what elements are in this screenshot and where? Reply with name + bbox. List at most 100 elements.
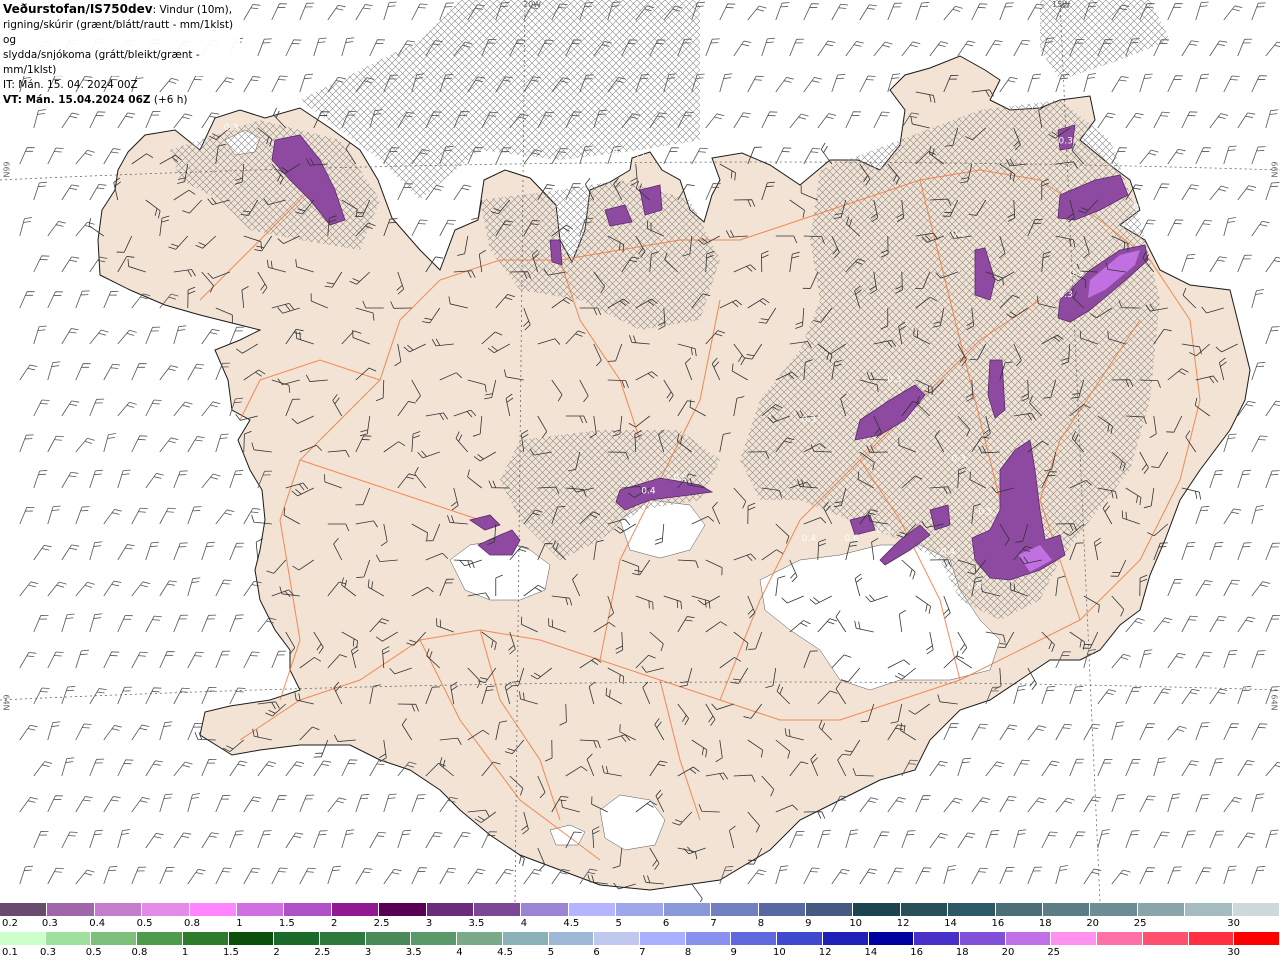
- lat-label-66n-west: 66N: [1, 161, 11, 178]
- legend-swatch: [548, 932, 595, 945]
- legend-swatch: [502, 932, 549, 945]
- legend-tick-label: 10: [773, 947, 786, 958]
- legend-swatch: [853, 903, 901, 916]
- map-title-box: Veðurstofan/IS750dev: Vindur (10m), rign…: [0, 0, 240, 106]
- legend-tick-label: 25: [1047, 947, 1061, 958]
- legend-tick-label: 0.3: [41, 918, 58, 929]
- legend-tick-label: 0.3: [40, 947, 56, 958]
- legend-swatch: [474, 903, 522, 916]
- description-line-3: slydda/snjókoma (grátt/bleikt/grænt - mm…: [3, 49, 200, 76]
- weather-map: 0.5 0.3 0.3 0.3 0.6 0.5 0.3 0.2 0.2 0.5 0.3 0.3 0.3 0…: [0, 0, 1280, 902]
- legend-swatch: [640, 932, 686, 945]
- legend-tick-label: 0.8: [131, 947, 148, 958]
- legend-tick-label: 2: [273, 947, 280, 958]
- legend-swatch: [1185, 903, 1233, 916]
- legend-swatch: [521, 903, 569, 916]
- legend-tick-label: 0.4: [89, 918, 106, 929]
- legend-tick-label: 30: [1227, 918, 1240, 929]
- legend-swatch: [457, 932, 503, 945]
- legend-tick-label: 4: [520, 918, 528, 929]
- precip-value-label: 0.5: [1069, 269, 1083, 279]
- precip-value-label: 0.5: [978, 508, 992, 518]
- legend-tick-label: 1.5: [278, 918, 295, 929]
- legend-tick-label: 0.5: [136, 918, 153, 929]
- legend-swatch: [189, 903, 238, 916]
- legend-swatch: [1005, 932, 1052, 945]
- precip-value-label: 0.3: [952, 455, 966, 465]
- legend-tick-label: 12: [818, 947, 832, 958]
- precip-value-label: 0.5: [1059, 84, 1073, 94]
- legend-tick-label: 5: [615, 918, 622, 929]
- legend-swatch: [331, 903, 380, 916]
- legend-swatch: [868, 932, 915, 945]
- legend-swatch: [228, 932, 275, 945]
- precip-value-label: 0.4: [641, 486, 656, 496]
- legend-swatch: [426, 903, 475, 916]
- legend-tick-label: 3: [425, 918, 433, 929]
- legend-swatch: [1137, 903, 1186, 916]
- legend-tick-label: 3.5: [405, 947, 422, 958]
- legend-swatch: [47, 903, 95, 916]
- precip-value-label: 0.7: [930, 574, 944, 584]
- legend-tick-label: 1.5: [222, 947, 239, 958]
- legend-swatch: [685, 932, 732, 945]
- legend-swatch: [805, 903, 854, 916]
- legend-swatch: [594, 932, 640, 945]
- legend-swatch: [1097, 932, 1143, 945]
- legend-swatch: [1090, 903, 1138, 916]
- legend-tick-label: 8: [684, 947, 692, 958]
- lon-label-20w: 20W: [523, 0, 542, 9]
- legend-swatch: [995, 903, 1043, 916]
- legend-tick-label: 9: [805, 918, 812, 929]
- legend-tick-label: 25: [1133, 918, 1147, 929]
- precip-value-label: 0.3: [631, 150, 645, 160]
- legend-tick-label: 14: [944, 918, 957, 929]
- description-line-1: : Vindur (10m),: [152, 4, 233, 16]
- legend-swatch: [379, 903, 427, 916]
- legend-swatch: [822, 932, 869, 945]
- legend-swatch: [320, 932, 366, 945]
- legend-snow-colorbar: [0, 903, 1280, 917]
- precip-value-label: 0.3: [1059, 137, 1073, 147]
- init-time: IT: Mán. 15. 04. 2024 00Z: [3, 79, 138, 91]
- legend-swatch: [711, 903, 759, 916]
- precip-value-label: 0.2: [952, 229, 966, 239]
- legend-swatch: [948, 903, 996, 916]
- legend-tick-label: 0.5: [85, 947, 102, 958]
- legend-tick-label: 1: [181, 947, 189, 958]
- legend-tick-label: 12: [896, 918, 910, 929]
- legend-tick-label: 4.5: [563, 918, 580, 929]
- legend-tick-label: 16: [991, 918, 1005, 929]
- legend-swatch: [0, 903, 48, 916]
- lat-label-66n-east: 66N: [1269, 161, 1279, 178]
- precip-value-label: 0.6: [845, 534, 860, 544]
- legend-tick-label: 4: [456, 947, 463, 958]
- legend-tick-label: 3: [364, 947, 372, 958]
- legend-rain-colorbar: [0, 932, 1280, 946]
- precip-value-label: 0.3: [877, 526, 891, 536]
- legend-swatch: [1051, 932, 1098, 945]
- legend-swatch: [142, 903, 190, 916]
- legend-swatch: [777, 932, 823, 945]
- legend-tick-label: 30: [1227, 947, 1240, 958]
- precip-value-label: 0.6: [968, 582, 983, 592]
- legend-swatch: [900, 903, 949, 916]
- legend-swatch: [616, 903, 664, 916]
- legend-tick-label: 6: [593, 947, 600, 958]
- forecast-offset: (+6 h): [150, 94, 188, 106]
- legend-tick-label: 3.5: [468, 918, 485, 929]
- lon-label-15w: 15W: [1052, 0, 1071, 9]
- legend-tick-label: 0.2: [2, 918, 18, 929]
- legend-swatch: [960, 932, 1006, 945]
- precip-value-label: 0.4: [802, 534, 817, 544]
- legend-swatch: [1232, 903, 1280, 916]
- legend-swatch: [365, 932, 412, 945]
- legend-tick-label: 9: [730, 947, 737, 958]
- description-line-2: rigning/skúrir (grænt/blátt/rautt - mm/1…: [3, 19, 234, 46]
- precip-value-label: 0.2: [1133, 203, 1147, 213]
- precip-value-label: 0.4: [941, 547, 956, 557]
- legend-swatch: [1234, 932, 1280, 945]
- legend-tick-label: 0.1: [2, 947, 18, 958]
- legend-swatch: [568, 903, 617, 916]
- legend-swatch: [1188, 932, 1235, 945]
